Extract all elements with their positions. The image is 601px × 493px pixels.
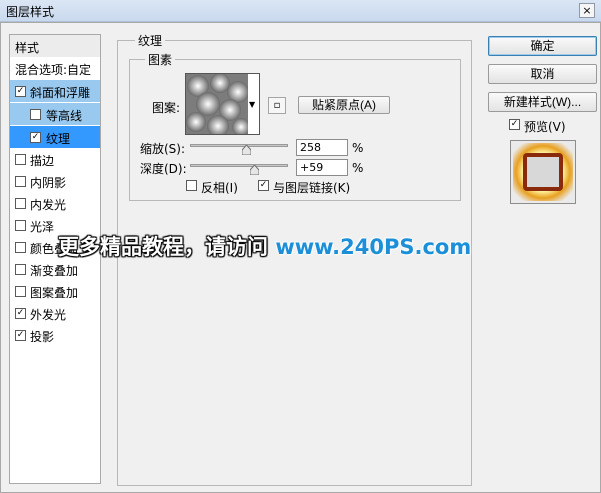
style-list-header: 样式 <box>10 35 100 57</box>
style-item-inner-shadow[interactable]: 内阴影 <box>10 170 100 192</box>
checkbox-stroke[interactable] <box>15 154 26 165</box>
link-with-layer-checkbox[interactable]: ✓ <box>258 180 269 191</box>
style-item-label: 纹理 <box>46 132 71 146</box>
style-item-label: 投影 <box>30 330 55 344</box>
title-bar: 图层样式 × <box>0 0 601 22</box>
close-icon[interactable]: × <box>579 3 595 18</box>
style-item-texture[interactable]: ✓ 纹理 <box>10 126 100 148</box>
style-item-label: 光泽 <box>30 220 55 234</box>
texture-group-title: 纹理 <box>135 32 166 49</box>
style-item-contour[interactable]: 等高线 <box>10 103 100 125</box>
watermark-banner: 更多精品教程，请访问 www.240PS.com <box>58 231 498 261</box>
checkbox-color-overlay[interactable] <box>15 242 26 253</box>
elements-subgroup-title: 图素 <box>145 51 176 68</box>
blend-options-item[interactable]: 混合选项:自定 <box>10 57 100 79</box>
invert-checkbox[interactable] <box>186 180 197 191</box>
style-item-label: 外发光 <box>30 308 67 322</box>
style-item-label: 图案叠加 <box>30 286 79 300</box>
ok-button[interactable]: 确定 <box>488 36 597 56</box>
style-item-outer-glow[interactable]: ✓ 外发光 <box>10 302 100 324</box>
style-item-bevel-emboss[interactable]: ✓ 斜面和浮雕 <box>10 80 100 102</box>
checkbox-contour[interactable] <box>30 109 41 120</box>
checkbox-satin[interactable] <box>15 220 26 231</box>
style-item-label: 描边 <box>30 154 55 168</box>
checkbox-texture[interactable]: ✓ <box>30 132 41 143</box>
depth-slider-track[interactable] <box>190 164 288 167</box>
style-item-label: 斜面和浮雕 <box>30 86 91 100</box>
checkbox-outer-glow[interactable]: ✓ <box>15 308 26 319</box>
style-item-label: 内发光 <box>30 198 67 212</box>
snap-to-origin-button[interactable]: 贴紧原点(A) <box>298 96 390 114</box>
watermark-url[interactable]: www.240PS.com <box>275 235 471 259</box>
new-style-button[interactable]: 新建样式(W)... <box>488 92 597 112</box>
checkbox-bevel-emboss[interactable]: ✓ <box>15 86 26 97</box>
pattern-dropdown-arrow-icon[interactable]: ▼ <box>249 100 255 109</box>
watermark-text: 更多精品教程，请访问 <box>58 235 268 259</box>
preview-checkbox[interactable]: ✓ <box>509 119 520 130</box>
style-item-label: 等高线 <box>46 109 83 123</box>
style-item-gradient-overlay[interactable]: 渐变叠加 <box>10 258 100 280</box>
pattern-swatch-icon <box>186 74 248 134</box>
depth-label: 深度(D): <box>140 162 187 176</box>
scale-slider-track[interactable] <box>190 144 288 147</box>
pattern-label: 图案: <box>152 101 181 115</box>
window-title: 图层样式 <box>6 5 55 19</box>
depth-slider-thumb-icon[interactable] <box>250 165 260 175</box>
style-item-pattern-overlay[interactable]: 图案叠加 <box>10 280 100 302</box>
scale-label: 缩放(S): <box>140 142 186 156</box>
checkbox-drop-shadow[interactable]: ✓ <box>15 330 26 341</box>
scale-percent: % <box>352 141 364 155</box>
invert-label: 反相(I) <box>201 181 238 195</box>
style-item-drop-shadow[interactable]: ✓ 投影 <box>10 324 100 346</box>
preview-glow-icon <box>513 143 573 201</box>
style-item-inner-glow[interactable]: 内发光 <box>10 192 100 214</box>
depth-percent: % <box>352 161 364 175</box>
style-preview-swatch <box>510 140 576 204</box>
checkbox-inner-shadow[interactable] <box>15 176 26 187</box>
depth-input[interactable]: +59 <box>296 159 348 176</box>
checkbox-gradient-overlay[interactable] <box>15 264 26 275</box>
style-list-header-label: 样式 <box>15 41 40 55</box>
scale-input[interactable]: 258 <box>296 139 348 156</box>
preview-label: 预览(V) <box>524 120 566 134</box>
new-preset-icon[interactable]: ▫ <box>268 97 286 114</box>
scale-slider-thumb-icon[interactable] <box>242 145 252 155</box>
checkbox-pattern-overlay[interactable] <box>15 286 26 297</box>
style-item-label: 渐变叠加 <box>30 264 79 278</box>
style-item-label: 内阴影 <box>30 176 67 190</box>
blend-options-label: 混合选项:自定 <box>15 63 92 77</box>
cancel-button[interactable]: 取消 <box>488 64 597 84</box>
link-with-layer-label: 与图层链接(K) <box>273 181 351 195</box>
checkbox-inner-glow[interactable] <box>15 198 26 209</box>
style-item-stroke[interactable]: 描边 <box>10 148 100 170</box>
